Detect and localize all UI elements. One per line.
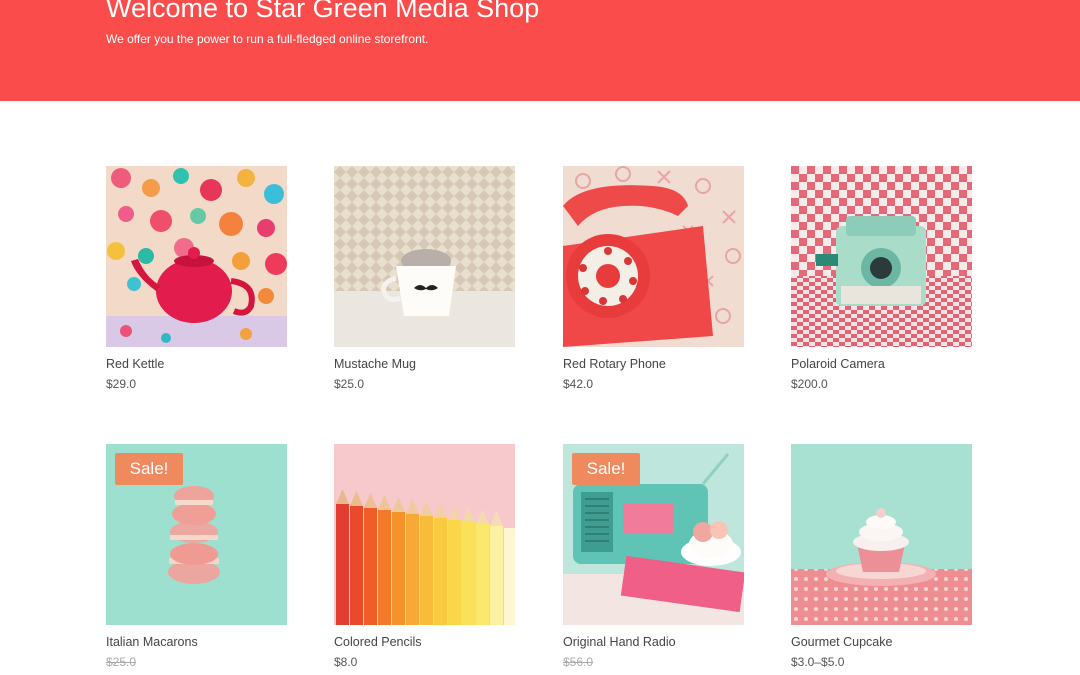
product-name[interactable]: Red Kettle: [106, 357, 164, 371]
product-image-gourmet-cupcake[interactable]: [791, 444, 972, 625]
product-price: $25.0: [334, 377, 365, 391]
product-card-polaroid-camera[interactable]: Polaroid Camera $200.0: [791, 166, 972, 391]
page-title: Welcome to Star Green Media Shop: [106, 0, 540, 23]
sale-badge: Sale!: [115, 453, 183, 485]
product-card-colored-pencils[interactable]: Colored Pencils $8.0: [334, 444, 515, 669]
product-image-original-hand-radio[interactable]: Sale!: [563, 444, 744, 625]
product-card-red-kettle[interactable]: Red Kettle $29.0: [106, 166, 287, 391]
product-image-red-kettle[interactable]: [106, 166, 287, 347]
product-card-original-hand-radio[interactable]: Sale! Original Hand Radio $56.0: [563, 444, 744, 669]
product-name[interactable]: Gourmet Cupcake: [791, 635, 892, 649]
product-card-red-rotary-phone[interactable]: Red Rotary Phone $42.0: [563, 166, 744, 391]
product-image-mustache-mug[interactable]: [334, 166, 515, 347]
hero-banner: Welcome to Star Green Media Shop We offe…: [0, 0, 1080, 101]
product-price: $8.0: [334, 655, 358, 669]
product-name[interactable]: Original Hand Radio: [563, 635, 676, 649]
product-card-italian-macarons[interactable]: Sale! Italian Macarons $25.0: [106, 444, 287, 669]
product-image-polaroid-camera[interactable]: [791, 166, 972, 347]
product-price: $3.0–$5.0: [791, 655, 845, 669]
product-name[interactable]: Colored Pencils: [334, 635, 422, 649]
sale-badge: Sale!: [572, 453, 640, 485]
product-image-colored-pencils[interactable]: [334, 444, 515, 625]
product-image-red-rotary-phone[interactable]: [563, 166, 744, 347]
product-price: $56.0: [563, 655, 594, 669]
product-name[interactable]: Red Rotary Phone: [563, 357, 666, 371]
product-image-italian-macarons[interactable]: Sale!: [106, 444, 287, 625]
product-price: $25.0: [106, 655, 137, 669]
product-card-gourmet-cupcake[interactable]: Gourmet Cupcake $3.0–$5.0: [791, 444, 972, 669]
product-name[interactable]: Mustache Mug: [334, 357, 416, 371]
product-price: $200.0: [791, 377, 828, 391]
product-card-mustache-mug[interactable]: Mustache Mug $25.0: [334, 166, 515, 391]
product-price: $29.0: [106, 377, 137, 391]
product-name[interactable]: Polaroid Camera: [791, 357, 885, 371]
product-price: $42.0: [563, 377, 594, 391]
product-name[interactable]: Italian Macarons: [106, 635, 198, 649]
page-subtitle: We offer you the power to run a full-fle…: [106, 32, 429, 46]
